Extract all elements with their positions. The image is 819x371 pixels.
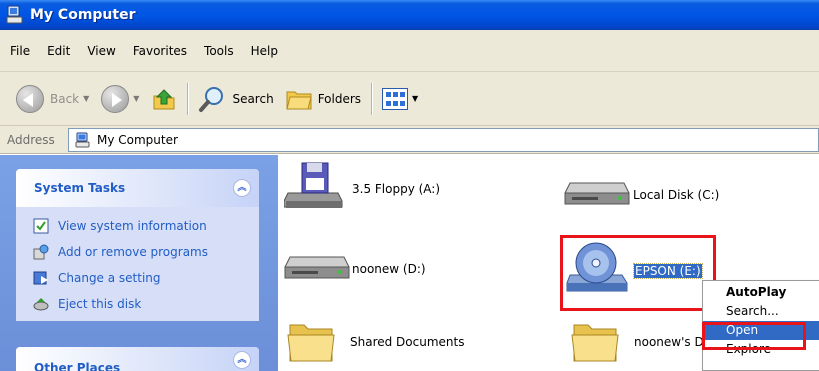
drive-item-noonew-d[interactable]: noonew (D:) bbox=[284, 249, 426, 288]
toolbar-separator bbox=[371, 82, 373, 115]
folder-label: noonew's D bbox=[634, 334, 704, 349]
address-value: My Computer bbox=[97, 133, 178, 147]
menu-tools[interactable]: Tools bbox=[198, 41, 245, 61]
drive-label: Local Disk (C:) bbox=[633, 187, 720, 202]
folder-item-shared-documents[interactable]: Shared Documents bbox=[286, 315, 464, 368]
task-eject-this-disk[interactable]: Eject this disk bbox=[16, 291, 259, 317]
task-change-a-setting[interactable]: Change a setting bbox=[16, 265, 259, 291]
drive-item-local-disk-c[interactable]: Local Disk (C:) bbox=[564, 175, 719, 214]
system-tasks-title: System Tasks bbox=[34, 181, 126, 195]
folder-label: Shared Documents bbox=[350, 334, 465, 349]
collapse-icon[interactable]: ︽ bbox=[233, 351, 251, 369]
toolbar-separator bbox=[187, 82, 189, 115]
toolbar: Back ▼ ▼ Search Folders ▼ bbox=[0, 72, 819, 126]
folder-icon bbox=[286, 315, 336, 368]
address-bar: Address My Computer bbox=[0, 126, 819, 154]
title-bar[interactable]: My Computer bbox=[0, 0, 819, 30]
folders-button[interactable]: Folders bbox=[280, 82, 367, 116]
drive-label: noonew (D:) bbox=[352, 261, 426, 276]
other-places-title: Other Places bbox=[34, 361, 121, 371]
forward-dropdown-icon[interactable]: ▼ bbox=[133, 94, 139, 103]
menu-help[interactable]: Help bbox=[245, 41, 289, 61]
views-button[interactable]: ▼ bbox=[376, 82, 424, 116]
task-view-system-information[interactable]: View system information bbox=[16, 213, 259, 239]
address-input[interactable]: My Computer bbox=[68, 128, 819, 152]
folder-up-icon bbox=[151, 86, 177, 112]
views-icon bbox=[382, 87, 409, 110]
drive-label: 3.5 Floppy (A:) bbox=[352, 181, 441, 196]
task-pane: System Tasks ︽ View system information A… bbox=[0, 155, 278, 371]
forward-arrow-icon bbox=[101, 84, 130, 113]
back-button[interactable]: Back ▼ bbox=[10, 82, 95, 116]
hard-disk-icon bbox=[564, 175, 630, 214]
add-remove-programs-icon bbox=[33, 244, 49, 260]
back-arrow-icon bbox=[16, 84, 44, 113]
folders-icon bbox=[286, 88, 312, 110]
window-title: My Computer bbox=[30, 7, 136, 23]
folder-item-noonews-documents[interactable]: noonew's D bbox=[570, 315, 704, 368]
system-info-icon bbox=[33, 218, 49, 234]
menu-file[interactable]: File bbox=[4, 41, 41, 61]
system-tasks-header[interactable]: System Tasks ︽ bbox=[16, 169, 259, 207]
other-places-header[interactable]: Other Places ︽ bbox=[16, 347, 259, 371]
menu-edit[interactable]: Edit bbox=[41, 41, 81, 61]
task-label: View system information bbox=[58, 219, 207, 233]
folder-icon bbox=[570, 315, 620, 368]
search-label: Search bbox=[232, 91, 274, 106]
back-label: Back bbox=[50, 91, 80, 106]
back-dropdown-icon[interactable]: ▼ bbox=[83, 94, 89, 103]
menu-bar: File Edit View Favorites Tools Help bbox=[0, 30, 819, 72]
my-computer-icon bbox=[6, 5, 24, 25]
views-dropdown-icon[interactable]: ▼ bbox=[412, 94, 418, 103]
hard-disk-icon bbox=[284, 249, 350, 288]
other-places-panel: Other Places ︽ bbox=[16, 347, 259, 371]
task-label: Add or remove programs bbox=[58, 245, 208, 259]
task-label: Change a setting bbox=[58, 271, 161, 285]
task-add-remove-programs[interactable]: Add or remove programs bbox=[16, 239, 259, 265]
my-computer-icon bbox=[75, 132, 91, 148]
forward-button[interactable]: ▼ bbox=[95, 82, 145, 116]
context-search[interactable]: Search... bbox=[703, 302, 819, 321]
highlight-box-open bbox=[702, 322, 806, 350]
search-button[interactable]: Search bbox=[192, 82, 279, 116]
folders-label: Folders bbox=[317, 91, 362, 106]
search-icon bbox=[198, 85, 226, 113]
context-autoplay[interactable]: AutoPlay bbox=[703, 283, 819, 302]
up-button[interactable] bbox=[145, 82, 183, 116]
floppy-drive-icon bbox=[283, 161, 346, 216]
drive-item-floppy-a[interactable]: 3.5 Floppy (A:) bbox=[283, 161, 441, 216]
highlight-box-epson bbox=[560, 235, 716, 311]
system-tasks-panel: System Tasks ︽ View system information A… bbox=[16, 169, 259, 321]
control-panel-icon bbox=[33, 270, 49, 286]
address-label: Address bbox=[7, 132, 55, 147]
task-label: Eject this disk bbox=[58, 297, 142, 311]
eject-disk-icon bbox=[33, 296, 49, 312]
menu-view[interactable]: View bbox=[81, 41, 126, 61]
menu-favorites[interactable]: Favorites bbox=[127, 41, 198, 61]
collapse-icon[interactable]: ︽ bbox=[233, 179, 251, 197]
